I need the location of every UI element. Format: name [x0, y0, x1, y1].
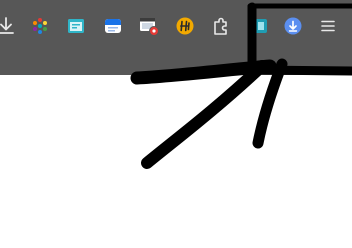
browser-toolbar	[0, 0, 352, 75]
hamburger-menu-icon	[320, 18, 336, 34]
extensions-button[interactable]	[209, 14, 233, 38]
blue-circle-download-icon	[284, 17, 302, 35]
annotation-arrow-shaft	[141, 60, 268, 169]
teal-window-icon	[67, 17, 85, 35]
blue-window-icon	[104, 17, 122, 35]
window-record-icon	[139, 16, 159, 36]
puzzle-piece-icon	[211, 16, 231, 36]
extension-colorful-button[interactable]	[28, 14, 52, 38]
download-arrow-icon	[0, 16, 16, 36]
extension-calendar-button[interactable]	[101, 14, 125, 38]
orange-h-badge-icon	[176, 17, 194, 35]
browser-menu-button[interactable]	[316, 14, 340, 38]
colorful-dots-icon	[31, 17, 49, 35]
downloads-button[interactable]	[0, 14, 18, 38]
teal-square-icon	[252, 17, 268, 35]
extension-teal-button[interactable]	[64, 14, 88, 38]
screenshot	[0, 0, 352, 248]
extension-teal-square-button[interactable]	[248, 14, 272, 38]
extension-recorder-button[interactable]	[137, 14, 161, 38]
download-manager-button[interactable]	[281, 14, 305, 38]
annotation-arrow-stroke	[252, 58, 288, 149]
extension-honey-button[interactable]	[173, 14, 197, 38]
